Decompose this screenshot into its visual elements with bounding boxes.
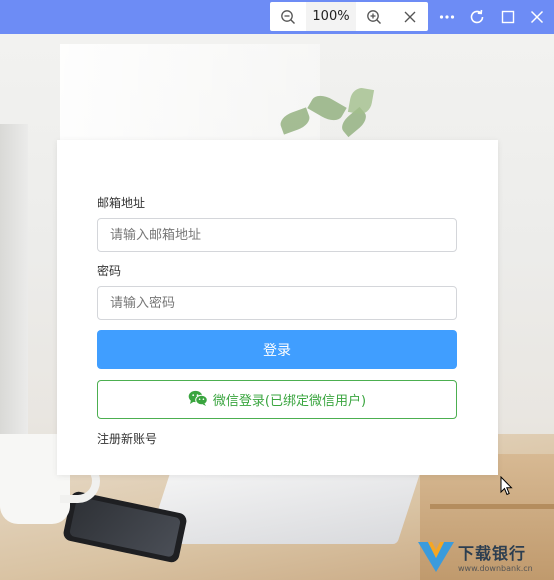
maximize-icon[interactable] xyxy=(493,2,523,31)
more-icon[interactable] xyxy=(432,2,462,31)
email-label: 邮箱地址 xyxy=(97,196,146,210)
close-zoom-icon[interactable] xyxy=(392,2,428,31)
watermark: 下载银行 www.downbank.cn xyxy=(416,536,554,576)
wechat-login-button[interactable]: 微信登录(已绑定微信用户) xyxy=(97,380,457,419)
zoom-out-icon[interactable] xyxy=(270,2,306,31)
zoom-in-icon[interactable] xyxy=(356,2,392,31)
watermark-name: 下载银行 xyxy=(458,543,527,563)
refresh-icon[interactable] xyxy=(462,2,492,31)
login-button[interactable]: 登录 xyxy=(97,330,457,369)
register-link[interactable]: 注册新账号 xyxy=(97,430,157,447)
wechat-button-label: 微信登录(已绑定微信用户) xyxy=(212,394,367,409)
login-card: 邮箱地址 密码 登录 微信登录(已绑定微信用户) 注册新账号 xyxy=(57,140,498,475)
login-button-label: 登录 xyxy=(263,342,291,359)
password-input[interactable] xyxy=(97,286,457,320)
password-label: 密码 xyxy=(97,264,122,278)
zoom-controls: 100% xyxy=(270,2,428,31)
title-bar: 100% xyxy=(0,0,554,34)
email-input[interactable] xyxy=(97,218,457,252)
close-window-icon[interactable] xyxy=(522,2,552,31)
watermark-logo-icon xyxy=(416,538,456,574)
wechat-icon xyxy=(188,390,208,410)
desk-edge xyxy=(430,504,554,509)
mouse-cursor-icon xyxy=(500,475,514,500)
watermark-url: www.downbank.cn xyxy=(458,563,533,573)
zoom-level: 100% xyxy=(306,2,356,31)
plant-leaf xyxy=(347,86,375,116)
laptop-image xyxy=(147,464,423,544)
